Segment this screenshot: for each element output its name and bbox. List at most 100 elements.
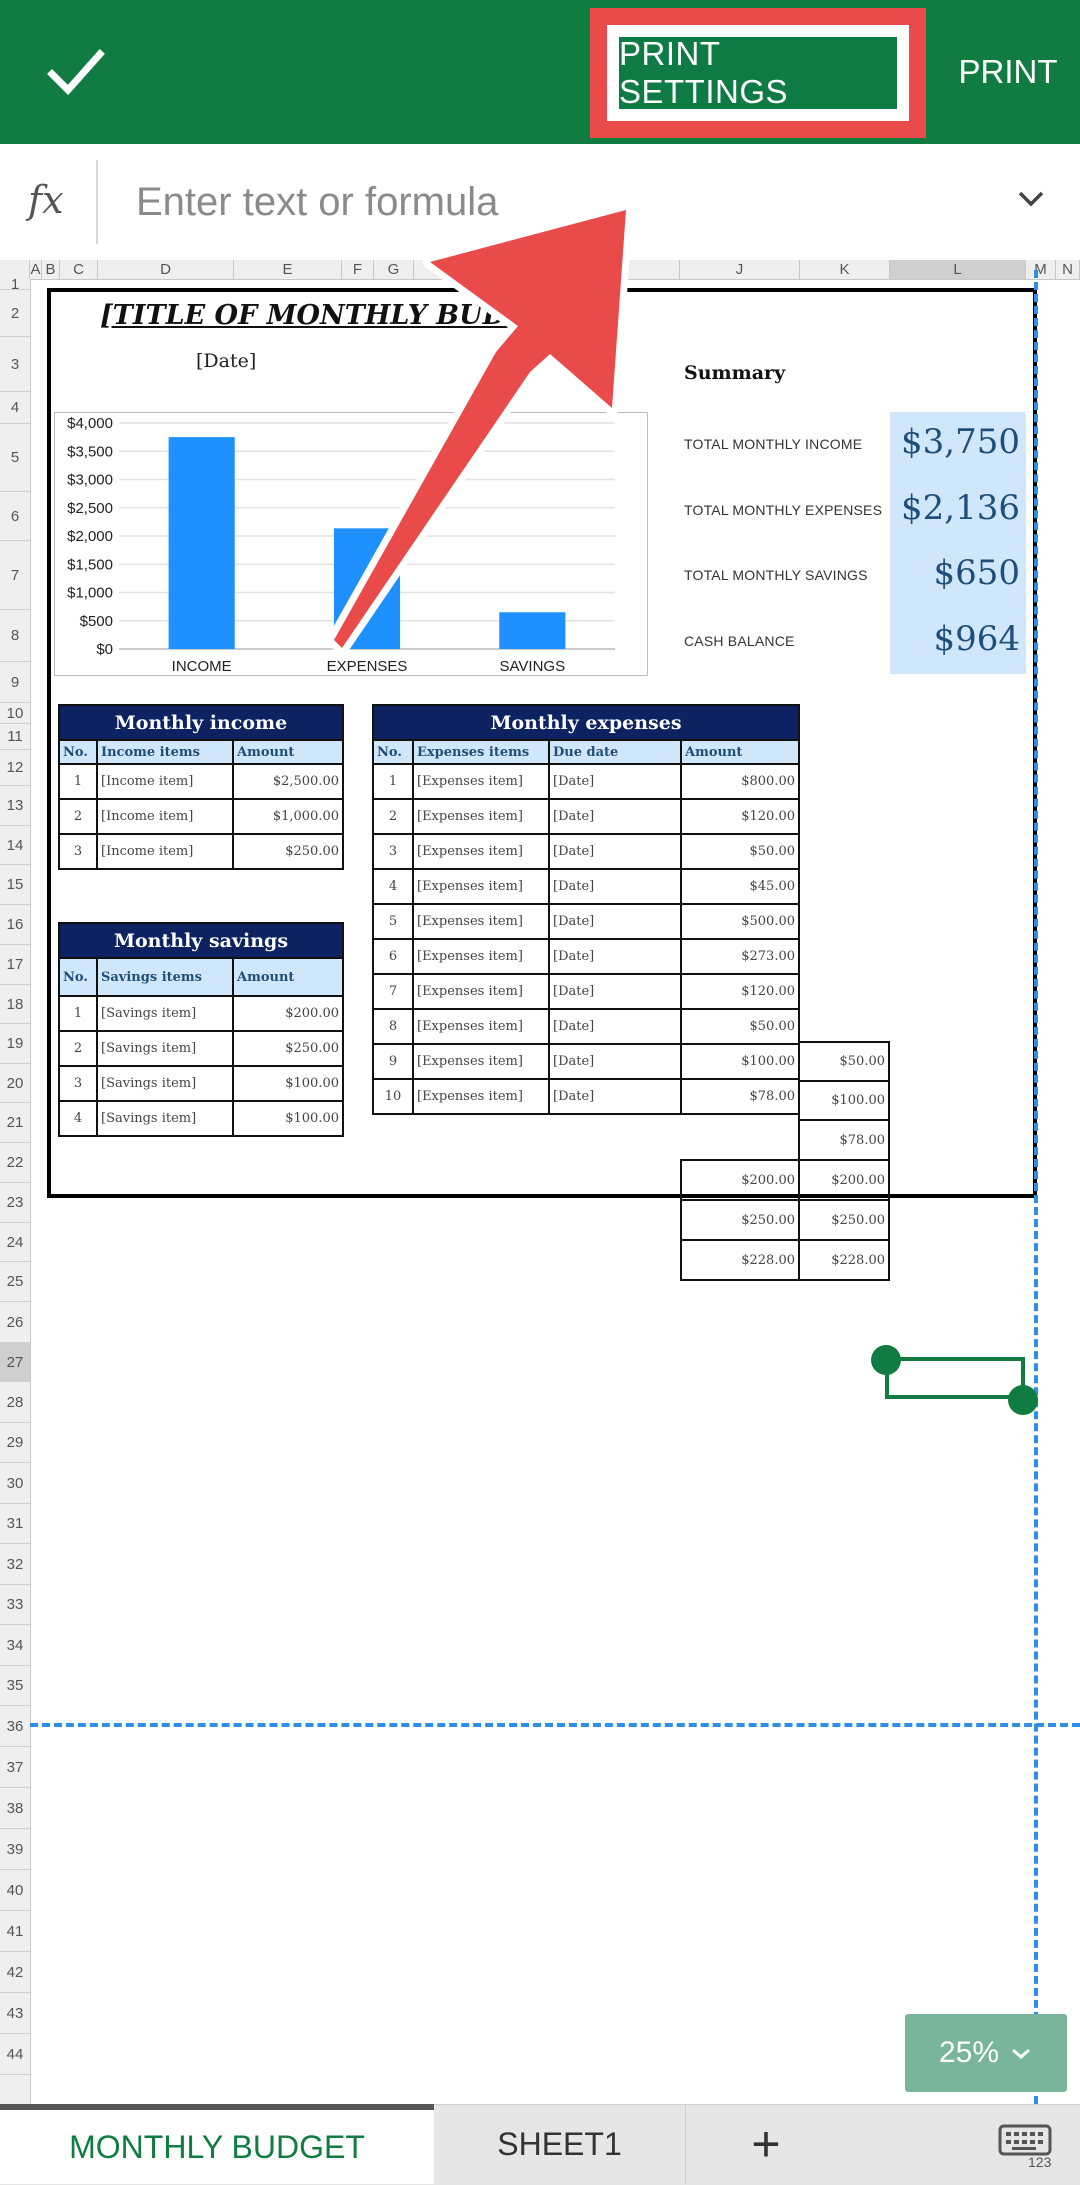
row-header-4[interactable]: 4 — [0, 392, 30, 424]
row-header-15[interactable]: 15 — [0, 865, 30, 905]
column-header-c[interactable]: C — [60, 260, 98, 279]
numeric-keyboard-icon[interactable]: 123 — [998, 2124, 1058, 2168]
cell[interactable]: $228.00 — [798, 1239, 890, 1281]
cell[interactable]: 3 — [372, 833, 414, 870]
cell[interactable]: $100.00 — [680, 1043, 800, 1080]
row-header-40[interactable]: 40 — [0, 1870, 30, 1911]
row-header-35[interactable]: 35 — [0, 1666, 30, 1706]
row-header-2[interactable]: 2 — [0, 290, 30, 337]
row-header-30[interactable]: 30 — [0, 1463, 30, 1504]
column-header-d[interactable]: D — [98, 260, 234, 279]
cell[interactable]: [Income item] — [96, 798, 234, 835]
cell[interactable]: 3 — [58, 1065, 98, 1102]
row-header-44[interactable]: 44 — [0, 2034, 30, 2075]
column-header-b[interactable]: B — [42, 260, 60, 279]
cell[interactable]: [Savings item] — [96, 995, 234, 1032]
cell[interactable]: [Expenses item] — [412, 833, 550, 870]
row-header-32[interactable]: 32 — [0, 1544, 30, 1585]
cell[interactable]: 3 — [58, 833, 98, 870]
cell[interactable]: [Expenses item] — [412, 868, 550, 905]
cell[interactable]: $100.00 — [232, 1065, 344, 1102]
budget-date[interactable]: [Date] — [196, 350, 256, 372]
cell[interactable]: [Date] — [548, 798, 682, 835]
cell[interactable]: $250.00 — [680, 1199, 800, 1241]
row-header-33[interactable]: 33 — [0, 1585, 30, 1625]
row-header-27[interactable]: 27 — [0, 1343, 30, 1382]
cell[interactable]: 8 — [372, 1008, 414, 1045]
cell[interactable]: $120.00 — [680, 798, 800, 835]
column-header-m[interactable]: M — [1026, 260, 1056, 279]
column-header-j[interactable]: J — [680, 260, 800, 279]
column-header-a[interactable]: A — [30, 260, 42, 279]
row-header-39[interactable]: 39 — [0, 1829, 30, 1870]
print-settings-button[interactable]: PRINT SETTINGS — [619, 35, 897, 110]
row-header-28[interactable]: 28 — [0, 1382, 30, 1423]
cell[interactable]: 1 — [372, 763, 414, 800]
row-header-17[interactable]: 17 — [0, 945, 30, 985]
row-header-13[interactable]: 13 — [0, 786, 30, 826]
cell[interactable]: [Expenses item] — [412, 1078, 550, 1115]
cell[interactable]: $250.00 — [232, 1030, 344, 1067]
cell[interactable]: 2 — [372, 798, 414, 835]
row-header-21[interactable]: 21 — [0, 1103, 30, 1143]
fx-icon[interactable]: fx — [28, 178, 64, 222]
cell[interactable]: $45.00 — [680, 868, 800, 905]
row-header-8[interactable]: 8 — [0, 610, 30, 662]
row-header-24[interactable]: 24 — [0, 1223, 30, 1262]
cell[interactable]: [Expenses item] — [412, 938, 550, 975]
cell[interactable]: [Date] — [548, 763, 682, 800]
cell[interactable]: $200.00 — [798, 1159, 890, 1201]
tab-sheet1[interactable]: SHEET1 — [434, 2104, 686, 2184]
cell-selection[interactable] — [885, 1357, 1025, 1399]
cell[interactable]: [Savings item] — [96, 1100, 234, 1137]
cell[interactable]: [Expenses item] — [412, 1043, 550, 1080]
row-header-26[interactable]: 26 — [0, 1302, 30, 1343]
cell[interactable]: [Date] — [548, 1078, 682, 1115]
cell[interactable]: 1 — [58, 995, 98, 1032]
row-header-43[interactable]: 43 — [0, 1993, 30, 2034]
cell[interactable]: [Income item] — [96, 763, 234, 800]
confirm-check-icon[interactable] — [40, 40, 112, 104]
chart-bar-income[interactable] — [168, 437, 235, 649]
row-header-5[interactable]: 5 — [0, 424, 30, 492]
cell[interactable]: 7 — [372, 973, 414, 1010]
column-header-l[interactable]: L — [890, 260, 1026, 279]
row-header-29[interactable]: 29 — [0, 1423, 30, 1463]
row-header-41[interactable]: 41 — [0, 1911, 30, 1952]
cell[interactable]: 1 — [58, 763, 98, 800]
row-header-20[interactable]: 20 — [0, 1064, 30, 1103]
cell[interactable]: $78.00 — [798, 1119, 890, 1161]
cell[interactable]: $50.00 — [680, 833, 800, 870]
row-header-23[interactable]: 23 — [0, 1183, 30, 1223]
cell[interactable]: [Date] — [548, 1043, 682, 1080]
cell[interactable]: $2,500.00 — [232, 763, 344, 800]
cell[interactable]: $273.00 — [680, 938, 800, 975]
row-header-12[interactable]: 12 — [0, 750, 30, 786]
cell[interactable]: $800.00 — [680, 763, 800, 800]
summary-value-savings[interactable]: $650 — [933, 553, 1020, 593]
chevron-down-icon[interactable] — [1016, 184, 1046, 214]
cell[interactable]: [Date] — [548, 903, 682, 940]
cell[interactable]: $250.00 — [232, 833, 344, 870]
cell[interactable]: [Expenses item] — [412, 903, 550, 940]
row-header-37[interactable]: 37 — [0, 1747, 30, 1788]
row-header-14[interactable]: 14 — [0, 826, 30, 865]
page-break-vertical[interactable] — [1034, 270, 1038, 2104]
column-header-n[interactable]: N — [1056, 260, 1080, 279]
row-header-38[interactable]: 38 — [0, 1788, 30, 1829]
cell[interactable]: [Expenses item] — [412, 1008, 550, 1045]
row-header-3[interactable]: 3 — [0, 337, 30, 392]
row-header-18[interactable]: 18 — [0, 985, 30, 1024]
summary-value-cash-balance[interactable]: $964 — [933, 619, 1020, 659]
cell[interactable]: 4 — [58, 1100, 98, 1137]
row-header-10[interactable]: 10 — [0, 703, 30, 724]
cell[interactable]: [Expenses item] — [412, 763, 550, 800]
row-header-7[interactable]: 7 — [0, 541, 30, 610]
row-header-42[interactable]: 42 — [0, 1952, 30, 1993]
cell[interactable]: $1,000.00 — [232, 798, 344, 835]
add-sheet-button[interactable]: + — [686, 2104, 846, 2184]
cell[interactable]: 2 — [58, 1030, 98, 1067]
cell[interactable]: $200.00 — [680, 1159, 800, 1201]
cell[interactable]: $500.00 — [680, 903, 800, 940]
row-header-1[interactable]: 1 — [0, 276, 30, 293]
